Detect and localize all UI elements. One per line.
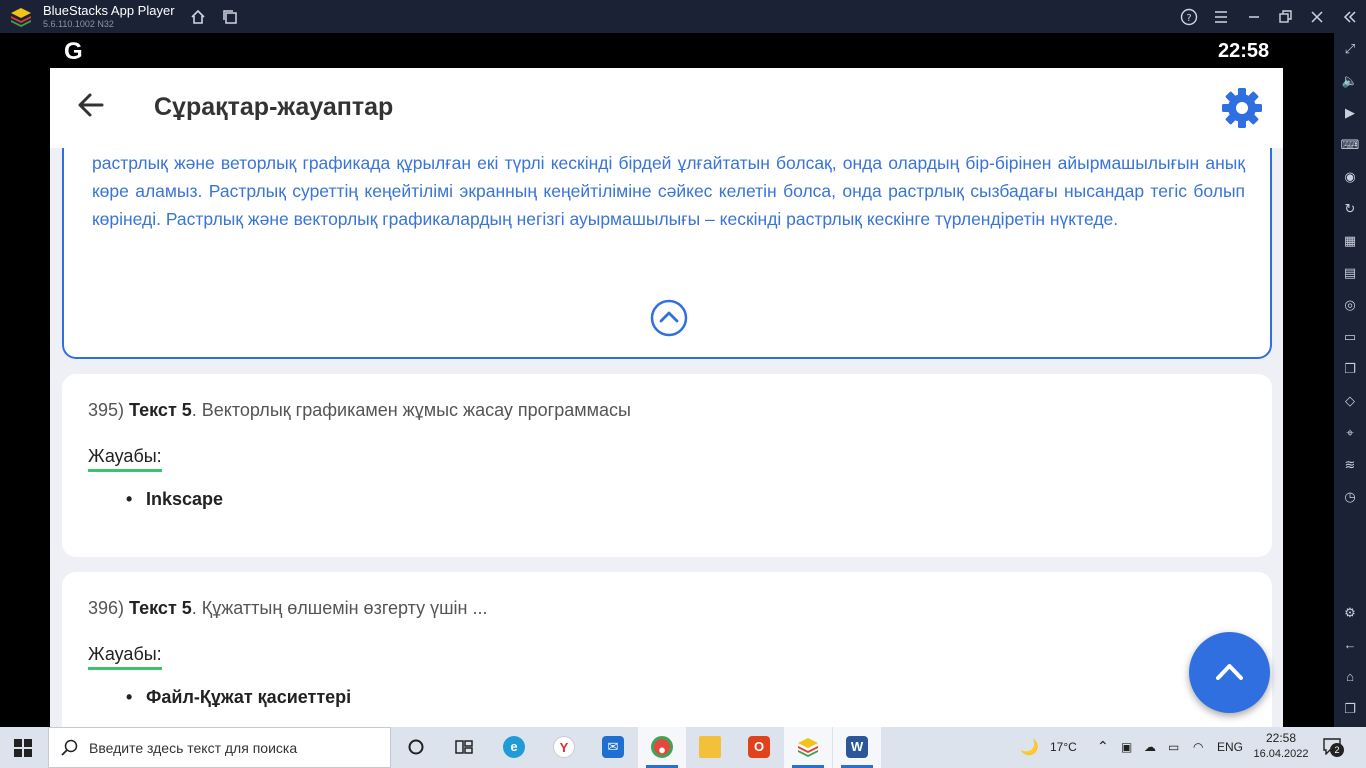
- windows-start-icon[interactable]: [14, 739, 32, 757]
- help-icon[interactable]: ?: [1179, 7, 1199, 27]
- task-view-button[interactable]: [392, 727, 440, 768]
- scroll-to-top-button[interactable]: [1189, 632, 1270, 713]
- home-icon[interactable]: [189, 8, 207, 26]
- task-view-button[interactable]: [440, 727, 488, 768]
- bluestacks-icon: [798, 738, 818, 757]
- yandex-browser-icon: Y: [553, 736, 575, 758]
- input-language[interactable]: ENG: [1217, 740, 1243, 754]
- task-view-icon: [455, 740, 473, 754]
- network-icon[interactable]: ▭: [1168, 740, 1179, 754]
- multi-instance-icon[interactable]: [221, 8, 239, 26]
- tray-chevron-up-icon[interactable]: ⌃: [1097, 738, 1109, 755]
- question-text: 396) Текст 5. Құжаттың өлшемін өзгерту ү…: [88, 598, 488, 618]
- answer-item: Файл-Құжат қасиеттері: [126, 687, 351, 708]
- android-recents-icon[interactable]: ❐: [1340, 699, 1360, 719]
- android-screen: G 22:58 растрлық және веторлық графикада…: [0, 33, 1334, 727]
- answer-label: Жауабы:: [88, 644, 162, 670]
- keyboard-icon[interactable]: ⌨: [1340, 135, 1360, 155]
- search-icon: [61, 739, 78, 756]
- close-icon[interactable]: [1307, 7, 1327, 27]
- fullscreen-icon[interactable]: ⤢: [1340, 39, 1360, 59]
- taskbar-chrome[interactable]: ●: [638, 727, 686, 768]
- app-name: BlueStacks App Player: [43, 3, 175, 18]
- office-icon: O: [748, 736, 770, 758]
- taskbar-word[interactable]: W: [833, 727, 881, 768]
- weather-moon-icon[interactable]: 🌙: [1020, 738, 1039, 756]
- bluestacks-sidebar: ⤢ 🔈 ▶ ⌨ ◉ ↻ ▦ ▤ ◎ ▭ ❐ ◇ ⌖ ≋ ◷ ⚙ ← ⌂ ❐: [1334, 33, 1366, 727]
- chrome-icon: ●: [651, 736, 673, 758]
- rotate-icon[interactable]: ↻: [1340, 199, 1360, 219]
- answer-label: Жауабы:: [88, 446, 162, 472]
- back-arrow-icon[interactable]: [76, 90, 106, 120]
- app-bar: Сұрақтар-жауаптар: [50, 68, 1283, 148]
- apk-install-icon[interactable]: ▤: [1340, 263, 1360, 283]
- meet-now-icon[interactable]: ▣: [1121, 740, 1132, 754]
- search-placeholder: Введите здесь текст для поиска: [89, 740, 298, 756]
- weather-temperature[interactable]: 17°C: [1050, 740, 1077, 754]
- collapse-sidebar-icon[interactable]: [1339, 7, 1359, 27]
- android-back-icon[interactable]: ←: [1340, 635, 1360, 655]
- collapse-chevron-icon[interactable]: [649, 298, 689, 338]
- taskbar-yandex[interactable]: Y: [540, 727, 588, 768]
- settings-icon[interactable]: ⚙: [1340, 603, 1360, 623]
- cortana-icon: [408, 739, 424, 755]
- sync-icon[interactable]: ◷: [1340, 487, 1360, 507]
- window-title-bar: BlueStacks App Player 5.6.110.1002 N32 ?: [0, 0, 1366, 33]
- google-logo-icon: G: [64, 38, 83, 65]
- onedrive-icon[interactable]: ☁: [1144, 740, 1156, 754]
- wifi-icon[interactable]: ◠: [1193, 740, 1203, 754]
- restore-icon[interactable]: [1275, 7, 1295, 27]
- mail-icon: ✉: [602, 736, 624, 758]
- question-text: 395) Текст 5. Векторлық графикамен жұмыс…: [88, 400, 631, 420]
- question-card: 395) Текст 5. Векторлық графикамен жұмыс…: [62, 374, 1272, 557]
- app-content: растрлық және веторлық графикада құрылға…: [50, 68, 1283, 727]
- folder-icon[interactable]: ▭: [1340, 327, 1360, 347]
- svg-text:?: ?: [1186, 13, 1191, 24]
- taskbar-clock-time[interactable]: 22:58: [1253, 731, 1309, 745]
- gear-icon[interactable]: [1220, 86, 1264, 130]
- taskbar-office[interactable]: O: [735, 727, 783, 768]
- multi-window-icon[interactable]: ❐: [1340, 359, 1360, 379]
- notification-count-badge: 2: [1330, 743, 1344, 757]
- app-version: 5.6.110.1002 N32: [43, 19, 114, 29]
- android-home-icon[interactable]: ⌂: [1340, 667, 1360, 687]
- game-controls-icon[interactable]: ▦: [1340, 231, 1360, 251]
- expanded-answer-text: растрлық және веторлық графикада құрылға…: [92, 153, 1245, 229]
- android-status-bar: G 22:58: [0, 33, 1334, 68]
- taskbar-edge[interactable]: e: [490, 727, 538, 768]
- folder-icon: [699, 736, 721, 758]
- menu-icon[interactable]: [1211, 7, 1231, 27]
- taskbar-clock-date[interactable]: 16.04.2022: [1253, 748, 1309, 760]
- media-icon[interactable]: ▶: [1340, 103, 1360, 123]
- question-card: 396) Текст 5. Құжаттың өлшемін өзгерту ү…: [62, 572, 1272, 727]
- layers-icon[interactable]: ≋: [1340, 455, 1360, 475]
- taskbar-search-box[interactable]: Введите здесь текст для поиска: [48, 727, 391, 768]
- macro-play-icon[interactable]: ◉: [1340, 167, 1360, 187]
- notification-center-button[interactable]: 2: [1322, 737, 1346, 759]
- chevron-up-icon: [1216, 664, 1243, 680]
- edge-icon: e: [503, 736, 525, 758]
- volume-icon[interactable]: 🔈: [1340, 71, 1360, 91]
- taskbar-mail[interactable]: ✉: [589, 727, 637, 768]
- windows-taskbar: Введите здесь текст для поиска e Y ✉ ● O…: [0, 727, 1366, 768]
- minimize-icon[interactable]: [1244, 7, 1264, 27]
- screenshot-icon[interactable]: ◎: [1340, 295, 1360, 315]
- answer-item: Inkscape: [126, 489, 223, 510]
- word-icon: W: [846, 736, 868, 758]
- taskbar-bluestacks[interactable]: [784, 727, 832, 768]
- bluestacks-logo-icon: [11, 8, 31, 27]
- location-icon[interactable]: ⌖: [1340, 423, 1360, 443]
- taskbar-file-explorer[interactable]: [686, 727, 734, 768]
- page-title: Сұрақтар-жауаптар: [154, 93, 394, 121]
- status-clock: 22:58: [1218, 40, 1270, 62]
- eco-mode-icon[interactable]: ◇: [1340, 391, 1360, 411]
- expanded-answer-card: растрлық және веторлық графикада құрылға…: [62, 124, 1272, 359]
